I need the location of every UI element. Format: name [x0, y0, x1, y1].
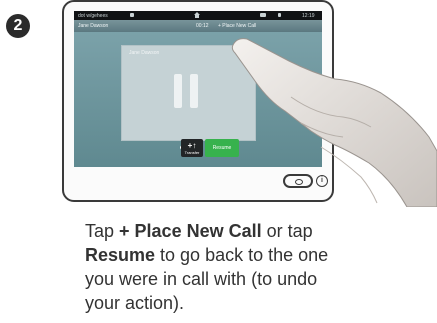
- transfer-label: Transfer: [184, 150, 200, 155]
- held-call-card[interactable]: Jane Dawson: [121, 45, 256, 141]
- status-time: 12:19: [302, 13, 315, 19]
- call-caller-name: Jane Dawson: [78, 23, 109, 29]
- resume-button[interactable]: Resume: [205, 139, 239, 157]
- camera-icon[interactable]: [260, 13, 266, 17]
- held-call-name: Jane Dawson: [129, 50, 160, 56]
- home-button[interactable]: [283, 174, 313, 188]
- status-bar: dot w/gehees 12:19: [74, 11, 322, 20]
- touch-panel-device: dot w/gehees 12:19 Jane Dawson 00:12 + P…: [62, 0, 334, 202]
- place-new-call-emphasis: + Place New Call: [119, 221, 262, 241]
- touch-screen: dot w/gehees 12:19 Jane Dawson 00:12 + P…: [74, 11, 322, 167]
- step-number-badge: 2: [6, 14, 30, 38]
- instruction-line4: your action).: [85, 293, 185, 313]
- active-call-bar: Jane Dawson 00:12 + Place New Call: [74, 20, 322, 32]
- transfer-icon: +↑: [187, 141, 197, 150]
- transfer-button[interactable]: +↑ Transfer: [181, 139, 203, 157]
- instruction-line3: you were in call with (to undo: [85, 269, 318, 289]
- resume-emphasis: Resume: [85, 245, 156, 265]
- home-icon[interactable]: [194, 12, 200, 18]
- instruction-text: Tap + Place New Call or tap Resume to go…: [85, 219, 430, 315]
- place-new-call-button[interactable]: + Place New Call: [218, 23, 256, 29]
- volume-icon[interactable]: [278, 13, 281, 17]
- info-icon[interactable]: i: [316, 175, 328, 187]
- instruction-line1-pre: Tap: [85, 221, 120, 241]
- pause-icon: [174, 74, 198, 108]
- instruction-line2-post: to go back to the one: [155, 245, 329, 265]
- call-duration: 00:12: [196, 23, 209, 29]
- status-left-label: dot w/gehees: [78, 13, 108, 19]
- instruction-line1-post: or tap: [261, 221, 313, 241]
- settings-icon[interactable]: [130, 13, 134, 17]
